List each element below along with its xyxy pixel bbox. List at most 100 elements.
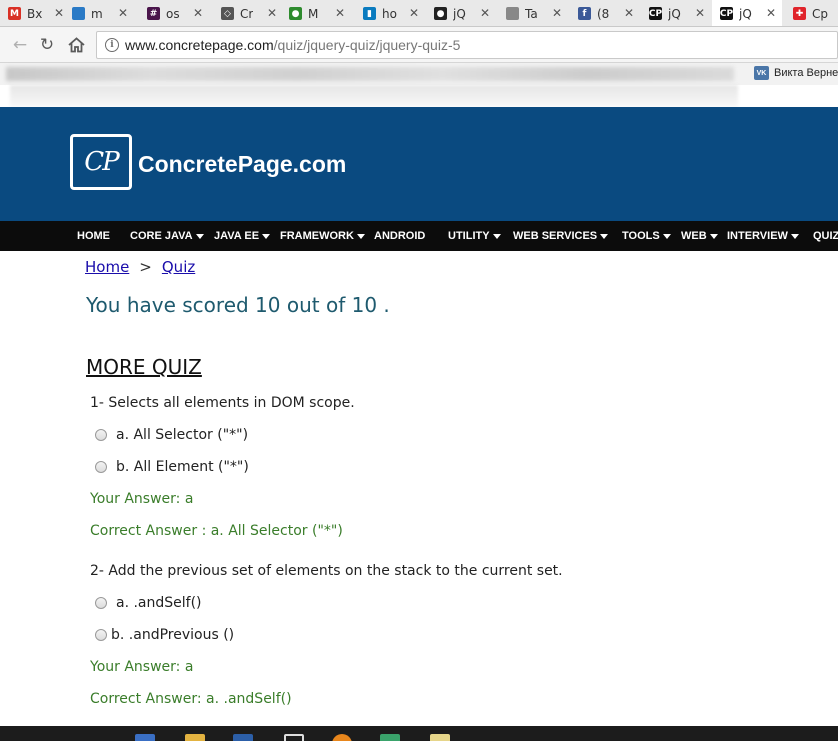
- home-icon[interactable]: [66, 35, 86, 55]
- back-arrow-icon[interactable]: ←: [10, 35, 30, 55]
- more-quiz-heading[interactable]: MORE QUIZ: [86, 355, 202, 379]
- browser-tab[interactable]: ▮ ho ✕: [355, 0, 425, 26]
- browser-tab[interactable]: ◇ Cr ✕: [213, 0, 283, 26]
- browser-tab[interactable]: ● jQ ✕: [426, 0, 496, 26]
- browser-tab[interactable]: ● M ✕: [281, 0, 351, 26]
- menu-label: INTERVIEW: [727, 230, 788, 242]
- address-bar[interactable]: i www.concretepage.com/quiz/jquery-quiz/…: [96, 31, 838, 59]
- question-1-text: 1- Selects all elements in DOM scope.: [90, 395, 355, 411]
- caret-down-icon: [790, 233, 799, 239]
- menu-label: WEB: [681, 230, 707, 242]
- question-1-option-a[interactable]: a. All Selector ("*"): [95, 427, 248, 443]
- question-2-correct-answer: Correct Answer: a. .andSelf(): [90, 691, 292, 707]
- menu-label: CORE JAVA: [130, 230, 193, 242]
- site-name[interactable]: ConcretePage.com: [138, 151, 346, 178]
- site-logo[interactable]: CP: [70, 134, 132, 190]
- tab-title: os: [166, 6, 180, 21]
- close-tab-icon[interactable]: ✕: [409, 6, 419, 20]
- breadcrumb-home-link[interactable]: Home: [85, 258, 129, 276]
- app-icon[interactable]: [284, 734, 304, 741]
- browser-app-icon[interactable]: [332, 734, 352, 741]
- browser-tab[interactable]: Ta ✕: [498, 0, 568, 26]
- tab-title: jQ: [453, 6, 466, 21]
- menu-item-home[interactable]: HOME: [77, 221, 110, 251]
- menu-item-android[interactable]: ANDROID: [374, 221, 425, 251]
- browser-tab[interactable]: ✚Cp✕: [785, 0, 838, 26]
- question-1-your-answer: Your Answer: a: [90, 491, 194, 507]
- question-1-option-b[interactable]: b. All Element ("*"): [95, 459, 249, 475]
- logo-mark: CP: [84, 147, 119, 177]
- tab-title: Ta: [525, 6, 538, 21]
- browser-tab[interactable]: CP jQ ✕: [712, 0, 782, 26]
- green-dot-icon: ●: [289, 7, 302, 20]
- menu-item-core-java[interactable]: CORE JAVA: [130, 221, 204, 251]
- bookmarks-bar: VK Викта Верне: [0, 63, 838, 85]
- radio-button[interactable]: [95, 629, 107, 641]
- notes-icon[interactable]: [430, 734, 450, 741]
- close-tab-icon[interactable]: ✕: [267, 6, 277, 20]
- tab-title: (8: [597, 6, 610, 21]
- tab-title: M: [308, 6, 319, 21]
- radio-button[interactable]: [95, 461, 107, 473]
- menu-item-web-services[interactable]: WEB SERVICES: [513, 221, 609, 251]
- menu-label: ANDROID: [374, 230, 426, 242]
- close-tab-icon[interactable]: ✕: [54, 6, 64, 20]
- concretepage-icon: CP: [719, 7, 734, 20]
- tab-title: Cp: [812, 6, 828, 21]
- browser-tab[interactable]: CP jQ ✕: [641, 0, 711, 26]
- close-tab-icon[interactable]: ✕: [118, 6, 128, 20]
- tab-title: ho: [382, 6, 397, 21]
- radio-button[interactable]: [95, 429, 107, 441]
- browser-tab[interactable]: # os ✕: [139, 0, 209, 26]
- close-tab-icon[interactable]: ✕: [766, 6, 776, 20]
- close-tab-icon[interactable]: ✕: [193, 6, 203, 20]
- browser-tab[interactable]: m ✕: [64, 0, 134, 26]
- caret-down-icon: [195, 233, 204, 239]
- app-icon[interactable]: [380, 734, 400, 741]
- app-icon[interactable]: [233, 734, 253, 741]
- menu-item-tools[interactable]: TOOLS: [622, 221, 671, 251]
- close-tab-icon[interactable]: ✕: [552, 6, 562, 20]
- option-label: a. All Selector ("*"): [116, 427, 249, 443]
- reload-icon[interactable]: ↻: [37, 35, 57, 55]
- main-menu: HOME CORE JAVA JAVA EE FRAMEWORK ANDROID UTIL…: [0, 221, 838, 251]
- caret-down-icon: [709, 233, 718, 239]
- menu-item-interview[interactable]: INTERVIEW: [727, 221, 799, 251]
- url-text: www.concretepage.com/quiz/jquery-quiz/jq…: [125, 37, 461, 53]
- tab-title: jQ: [739, 6, 752, 21]
- folder-icon[interactable]: [185, 734, 205, 741]
- question-2-your-answer: Your Answer: a: [90, 659, 194, 675]
- close-tab-icon[interactable]: ✕: [480, 6, 490, 20]
- tab-title: Вх: [27, 6, 43, 21]
- breadcrumb-separator: >: [139, 258, 152, 276]
- radio-button[interactable]: [95, 597, 107, 609]
- browser-window: M Вх ✕ m ✕ # os ✕ ◇ Cr ✕ ● M ✕ ▮ ho ✕ ● jQ ✕ Ta ✕ f (8 ✕ CP jQ ✕ CP j…: [0, 0, 838, 741]
- option-label: a. .andSelf(): [116, 595, 202, 611]
- browser-tab[interactable]: f (8 ✕: [570, 0, 640, 26]
- quiz-content: Home > Quiz You have scored 10 out of 10 .…: [0, 251, 838, 726]
- menu-item-quiz[interactable]: QUIZ: [813, 221, 838, 251]
- close-tab-icon[interactable]: ✕: [695, 6, 705, 20]
- browser-tab[interactable]: M Вх ✕: [0, 0, 70, 26]
- bookmark-vk[interactable]: VK Викта Верне: [754, 66, 838, 80]
- menu-item-web[interactable]: WEB: [681, 221, 718, 251]
- question-1-correct-answer: Correct Answer : a. All Selector ("*"): [90, 523, 343, 539]
- info-icon[interactable]: i: [105, 38, 119, 52]
- menu-item-utility[interactable]: UTILITY: [448, 221, 501, 251]
- facebook-icon: f: [578, 7, 591, 20]
- bookmark-icon: [72, 7, 85, 20]
- question-2-option-a[interactable]: a. .andSelf(): [95, 595, 202, 611]
- option-label: b. .andPrevious (): [111, 627, 235, 643]
- os-taskbar: [0, 726, 838, 741]
- tab-strip: M Вх ✕ m ✕ # os ✕ ◇ Cr ✕ ● M ✕ ▮ ho ✕ ● jQ ✕ Ta ✕ f (8 ✕ CP jQ ✕ CP j…: [0, 0, 838, 27]
- menu-item-framework[interactable]: FRAMEWORK: [280, 221, 365, 251]
- menu-label: QUIZ: [813, 230, 838, 242]
- close-tab-icon[interactable]: ✕: [624, 6, 634, 20]
- question-2-option-b[interactable]: b. .andPrevious (): [95, 627, 234, 643]
- trello-icon: ▮: [363, 7, 376, 20]
- menu-label: WEB SERVICES: [513, 230, 598, 242]
- app-icon[interactable]: [135, 734, 155, 741]
- breadcrumb-quiz-link[interactable]: Quiz: [162, 258, 195, 276]
- menu-item-java-ee[interactable]: JAVA EE: [214, 221, 271, 251]
- close-tab-icon[interactable]: ✕: [335, 6, 345, 20]
